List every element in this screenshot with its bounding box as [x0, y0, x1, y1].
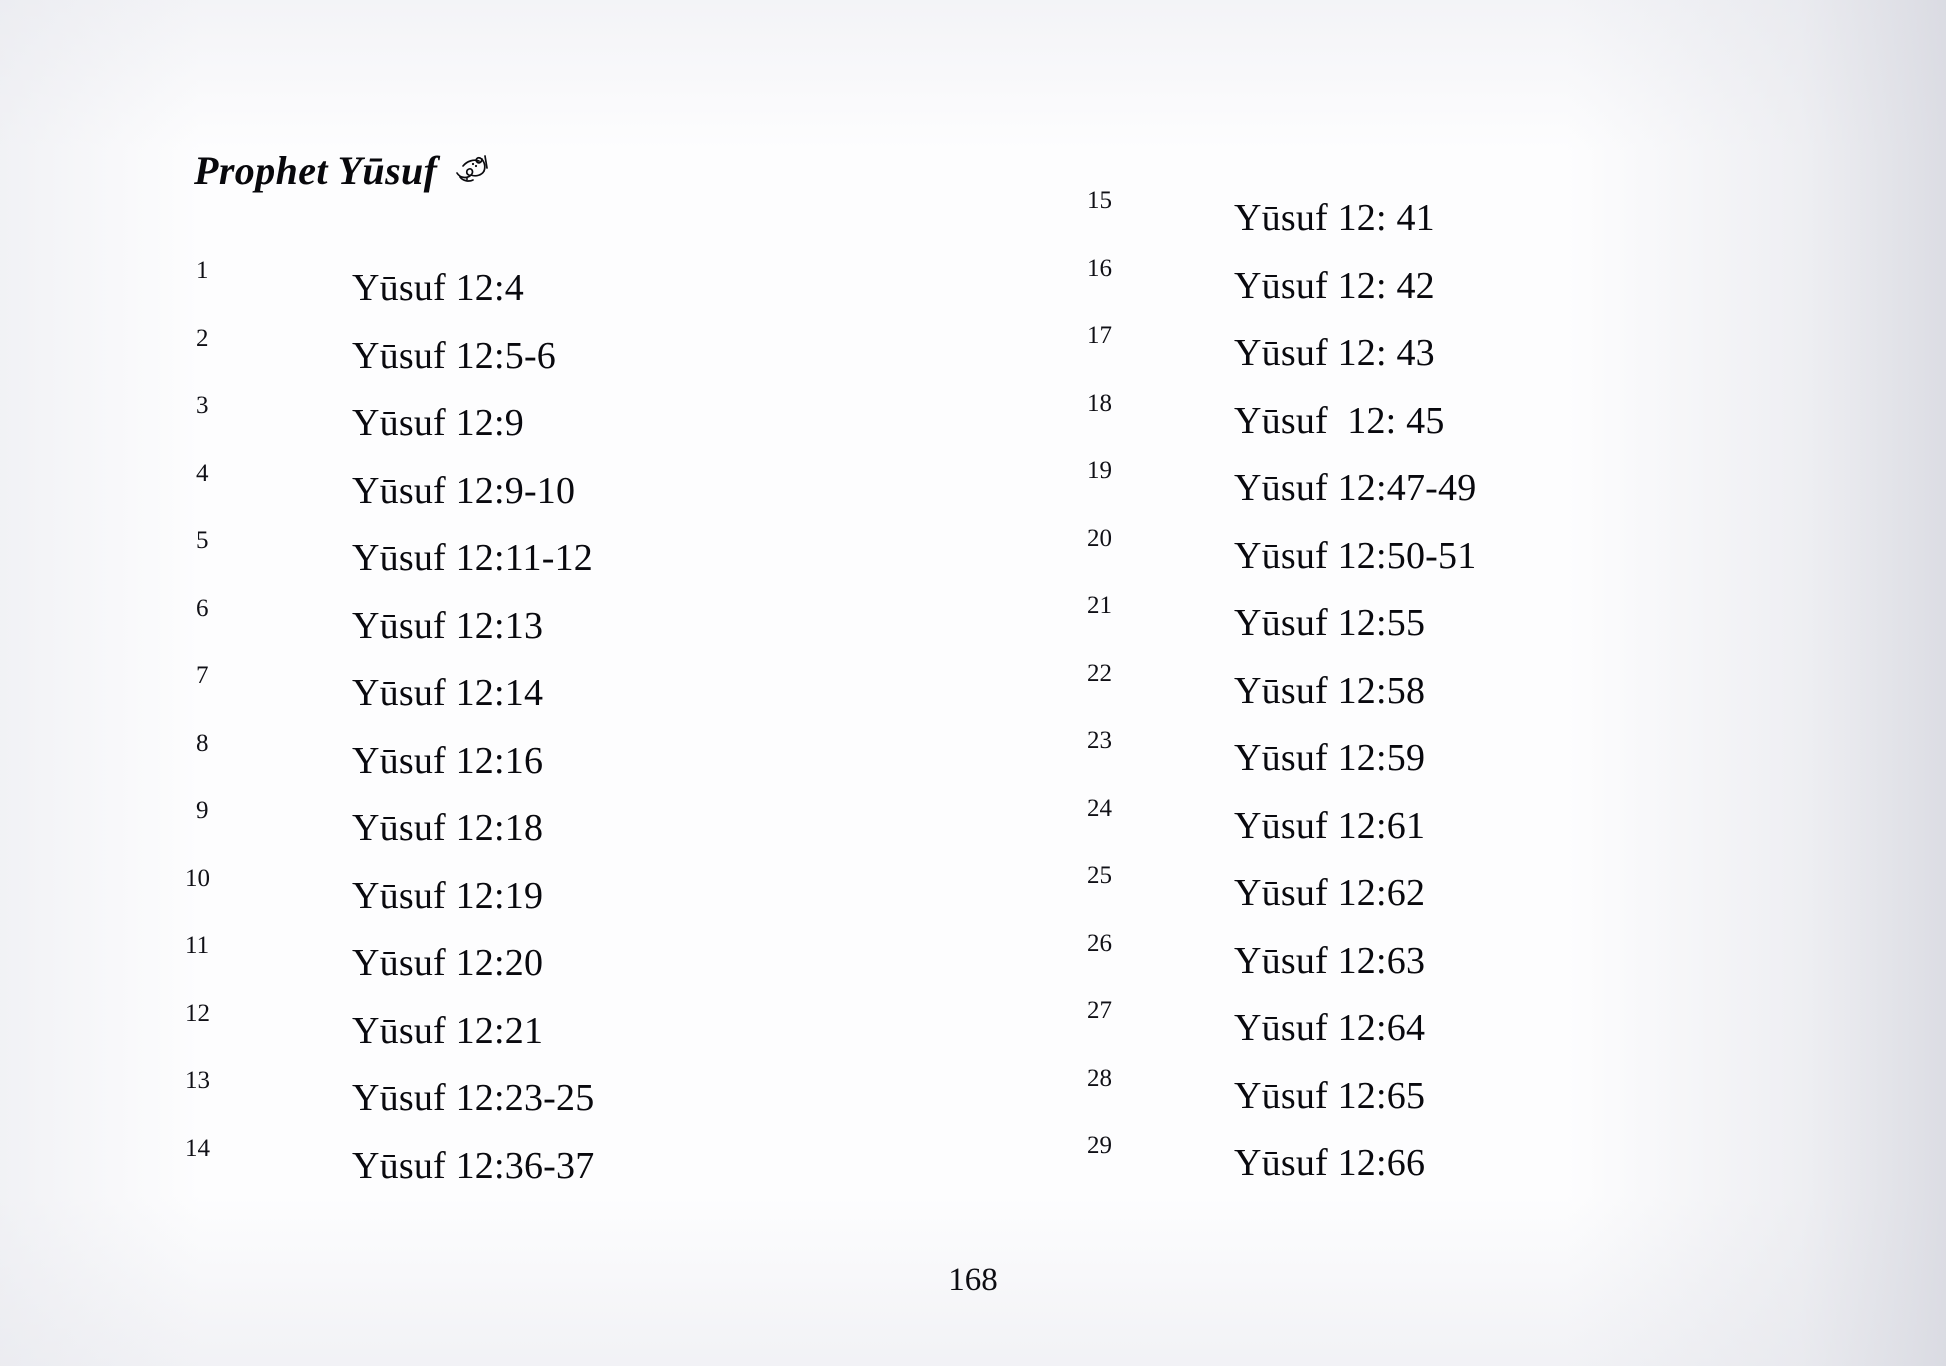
- reference-item-number: 3: [196, 392, 209, 419]
- reference-item-number: 12: [185, 999, 210, 1027]
- reference-item-citation: Yūsuf 12:13: [352, 604, 544, 647]
- reference-item-number: 9: [196, 797, 209, 824]
- reference-item-number: 19: [1087, 457, 1112, 484]
- page-number: 168: [948, 1262, 998, 1298]
- reference-item-citation: Yūsuf 12:16: [352, 739, 544, 782]
- reference-item-citation: Yūsuf 12:23-25: [352, 1077, 595, 1119]
- reference-item-citation: Yūsuf 12:64: [1234, 1007, 1426, 1049]
- reference-item-citation: Yūsuf 12:59: [1234, 737, 1426, 779]
- reference-item-number: 23: [1087, 727, 1112, 754]
- reference-item-citation: Yūsuf 12:5-6: [352, 334, 556, 377]
- reference-item-citation: Yūsuf 12:61: [1234, 804, 1426, 847]
- reference-item-citation: Yūsuf 12: 41: [1234, 197, 1435, 239]
- scanned-book-page: Prophet Yūsuf 1 Yūsuf 12:4 2 Yūsuf 12:5-…: [0, 0, 1946, 1366]
- reference-item-citation: Yūsuf 12:55: [1234, 602, 1426, 644]
- reference-item-number: 14: [185, 1134, 210, 1162]
- reference-item-citation: Yūsuf 12: 45: [1234, 399, 1445, 442]
- reference-item-number: 4: [196, 459, 209, 487]
- reference-item-citation: Yūsuf 12:19: [352, 874, 544, 917]
- reference-item-citation: Yūsuf 12:65: [1234, 1074, 1426, 1117]
- reference-item-number: 27: [1087, 997, 1112, 1024]
- scan-shading-top: [0, 0, 1946, 150]
- arabic-honorific-alayhi-assalam-icon: [451, 148, 495, 186]
- reference-item-citation: Yūsuf 12:62: [1234, 872, 1426, 914]
- reference-item-citation: Yūsuf 12: 42: [1234, 264, 1435, 307]
- reference-item-number: 24: [1087, 794, 1112, 822]
- reference-item-number: 29: [1087, 1132, 1112, 1159]
- reference-item-number: 11: [185, 932, 210, 959]
- reference-item-citation: Yūsuf 12:11-12: [352, 537, 593, 579]
- reference-item-number: 16: [1087, 254, 1112, 282]
- reference-item-number: 1: [196, 257, 209, 284]
- reference-item-number: 2: [196, 324, 209, 352]
- scan-shading-right: [1566, 0, 1946, 1366]
- reference-item-citation: Yūsuf 12:58: [1234, 669, 1426, 712]
- reference-item-number: 8: [196, 729, 209, 757]
- scan-shading-left: [0, 0, 200, 1366]
- reference-item-number: 5: [196, 527, 209, 554]
- reference-item-citation: Yūsuf 12:36-37: [352, 1144, 595, 1187]
- reference-item-number: 26: [1087, 929, 1112, 957]
- reference-item-citation: Yūsuf 12:18: [352, 807, 544, 849]
- reference-item-number: 20: [1087, 524, 1112, 552]
- section-heading-label: Prophet Yūsuf: [194, 148, 438, 193]
- reference-item-number: 25: [1087, 862, 1112, 889]
- reference-item-citation: Yūsuf 12:9: [352, 402, 524, 444]
- reference-item-number: 21: [1087, 592, 1112, 619]
- reference-item-citation: Yūsuf 12:66: [1234, 1142, 1426, 1184]
- reference-item-citation: Yūsuf 12:63: [1234, 939, 1426, 982]
- reference-item-citation: Yūsuf 12:4: [352, 267, 524, 309]
- reference-item-citation: Yūsuf 12:47-49: [1234, 467, 1477, 509]
- reference-item-number: 15: [1087, 187, 1112, 214]
- reference-item-citation: Yūsuf 12:14: [352, 672, 544, 714]
- reference-item-citation: Yūsuf 12:9-10: [352, 469, 576, 512]
- reference-item-number: 22: [1087, 659, 1112, 687]
- reference-item-citation: Yūsuf 12:50-51: [1234, 534, 1477, 577]
- reference-item-citation: Yūsuf 12:21: [352, 1009, 544, 1052]
- reference-item-citation: Yūsuf 12: 43: [1234, 332, 1435, 374]
- reference-item-citation: Yūsuf 12:20: [352, 942, 544, 984]
- section-heading: Prophet Yūsuf: [194, 146, 495, 194]
- reference-item-number: 28: [1087, 1064, 1112, 1092]
- reference-item-number: 7: [196, 662, 209, 689]
- reference-item-number: 10: [185, 864, 210, 892]
- reference-item-number: 13: [185, 1067, 210, 1094]
- reference-item-number: 6: [196, 594, 209, 622]
- reference-item-number: 17: [1087, 322, 1112, 349]
- reference-item-number: 18: [1087, 389, 1112, 417]
